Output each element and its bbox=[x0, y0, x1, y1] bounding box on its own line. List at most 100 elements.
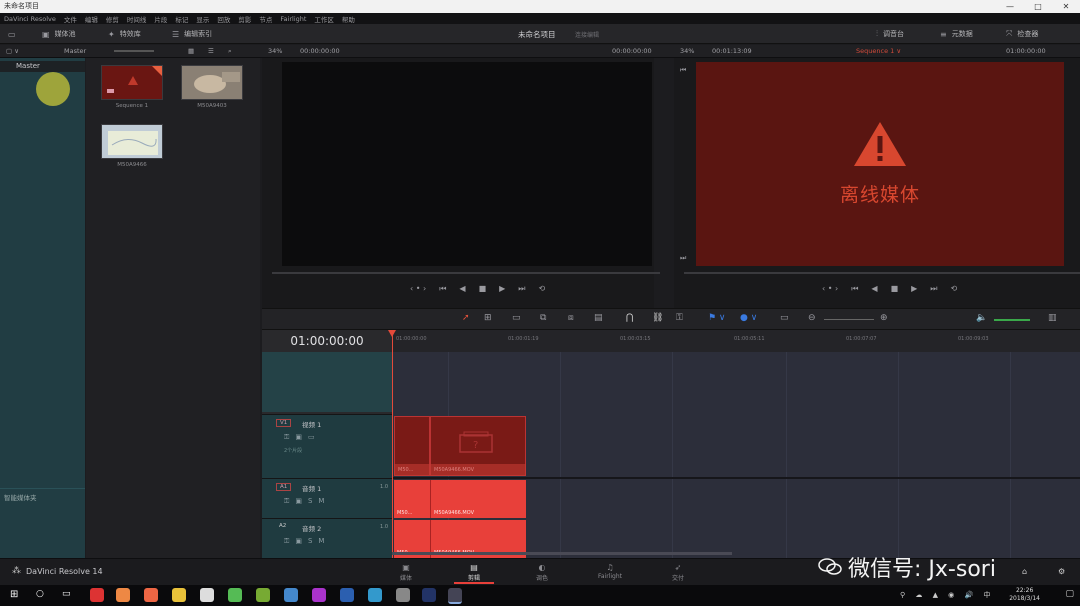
menu-item-nodes[interactable]: 节点 bbox=[259, 14, 272, 24]
auto-select-icon[interactable]: ▣ bbox=[295, 497, 302, 506]
insert-clip-icon[interactable]: ⧉ bbox=[540, 313, 546, 323]
mute-icon[interactable]: M bbox=[318, 497, 324, 506]
clip-m50a9403[interactable]: M50A9403 bbox=[181, 65, 243, 109]
menu-item-timeline[interactable]: 时间线 bbox=[127, 14, 147, 24]
go-to-end-icon[interactable]: ⏭ bbox=[930, 284, 937, 294]
app-cyan-icon[interactable] bbox=[368, 588, 382, 602]
maximize-button[interactable]: □ bbox=[1024, 0, 1052, 13]
play-reverse-icon[interactable]: ◀ bbox=[459, 284, 465, 294]
edit-index-button[interactable]: ☰ 编辑索引 bbox=[172, 28, 212, 40]
marker-icon[interactable]: ● ∨ bbox=[740, 313, 757, 323]
lock-icon[interactable]: ⚿ bbox=[284, 433, 289, 442]
menu-item-view[interactable]: 显示 bbox=[196, 14, 209, 24]
link-icon[interactable]: ⛓ bbox=[652, 313, 663, 323]
browser-icon[interactable] bbox=[116, 588, 130, 602]
bin-list-icon[interactable]: ▢ ∨ bbox=[6, 47, 19, 55]
zoom-in-icon[interactable]: ⊕ bbox=[880, 313, 888, 323]
app-lime-icon[interactable] bbox=[256, 588, 270, 602]
first-frame-icon[interactable]: ⏮ bbox=[680, 66, 686, 75]
audio-clip[interactable]: M50... bbox=[394, 480, 430, 518]
menu-item-trim[interactable]: 修剪 bbox=[106, 14, 119, 24]
flag-icon[interactable]: ⚑ ∨ bbox=[708, 313, 726, 323]
search-icon[interactable]: ⌕ bbox=[228, 47, 232, 56]
snapping-icon[interactable]: ⋂ bbox=[626, 313, 633, 323]
search-icon[interactable]: ○ bbox=[36, 589, 44, 599]
firefox-icon[interactable] bbox=[144, 588, 158, 602]
replace-clip-icon[interactable]: ▤ bbox=[594, 313, 603, 323]
jog-icon[interactable]: ‹ • › bbox=[410, 284, 426, 294]
timeline-viewer-frame[interactable]: 离线媒体 bbox=[696, 62, 1064, 266]
stop-icon[interactable]: ■ bbox=[479, 284, 487, 294]
trim-tool-icon[interactable]: ⊞ bbox=[484, 313, 492, 323]
page-color[interactable]: ◐ 调色 bbox=[522, 563, 562, 582]
playhead-handle[interactable] bbox=[388, 330, 396, 337]
effects-library-button[interactable]: ✦ 特效库 bbox=[108, 28, 141, 40]
track-header-a1[interactable]: A1 音频 1 1.0 ⚿ ▣ S M bbox=[262, 478, 392, 518]
auto-select-icon[interactable]: ▣ bbox=[295, 537, 302, 546]
timeline-tracks-area[interactable]: 01:00:00:00 01:00:01:19 01:00:03:15 01:0… bbox=[388, 330, 1080, 558]
overwrite-clip-icon[interactable]: ⧈ bbox=[568, 313, 574, 323]
lock-icon[interactable]: ⚿ bbox=[284, 537, 289, 546]
source-scrubber[interactable] bbox=[272, 272, 660, 274]
mute-icon[interactable]: M bbox=[318, 537, 324, 546]
last-frame-icon[interactable]: ⏭ bbox=[680, 254, 686, 263]
page-edit[interactable]: ▤ 剪辑 bbox=[454, 563, 494, 584]
inspector-button[interactable]: ⤧ 检查器 bbox=[1006, 28, 1038, 40]
volume-icon[interactable]: 🔈 bbox=[976, 313, 987, 323]
lock-icon[interactable]: ⚿ bbox=[284, 497, 289, 506]
page-deliver[interactable]: ➶ 交付 bbox=[658, 563, 698, 582]
menu-item-playback[interactable]: 回放 bbox=[217, 14, 230, 24]
track-toggle-icon[interactable]: ▭ bbox=[308, 433, 315, 442]
timeline-ruler[interactable]: 01:00:00:00 01:00:01:19 01:00:03:15 01:0… bbox=[392, 330, 1080, 352]
menu-item-mark[interactable]: 标记 bbox=[175, 14, 188, 24]
volume-slider[interactable] bbox=[994, 319, 1030, 321]
home-icon[interactable]: ⌂ bbox=[1022, 567, 1027, 576]
app-green-icon[interactable] bbox=[228, 588, 242, 602]
play-icon[interactable]: ▶ bbox=[499, 284, 505, 294]
menu-item-help[interactable]: 帮助 bbox=[342, 14, 355, 24]
task-view-icon[interactable]: ▭ bbox=[62, 589, 71, 599]
zoom-slider[interactable] bbox=[824, 319, 874, 320]
go-to-start-icon[interactable]: ⏮ bbox=[439, 284, 446, 294]
menu-item-clip[interactable]: 片段 bbox=[154, 14, 167, 24]
list-view-icon[interactable]: ☰ bbox=[208, 47, 214, 55]
close-button[interactable]: ✕ bbox=[1052, 0, 1080, 13]
thumbnail-size-slider[interactable] bbox=[114, 50, 154, 52]
onenote-icon[interactable] bbox=[312, 588, 326, 602]
media-pool-button[interactable]: ▣ 媒体池 bbox=[42, 28, 76, 40]
menu-item-fusion[interactable]: 剪影 bbox=[238, 14, 251, 24]
vegas-icon[interactable] bbox=[422, 588, 436, 602]
mail-icon[interactable] bbox=[200, 588, 214, 602]
meter-icon[interactable]: ▥ bbox=[1048, 313, 1057, 323]
minimize-button[interactable]: — bbox=[996, 0, 1024, 13]
playhead[interactable] bbox=[392, 330, 393, 558]
app-blue-icon[interactable] bbox=[284, 588, 298, 602]
timeline-scrollbar[interactable] bbox=[392, 552, 732, 555]
menu-item-file[interactable]: 文件 bbox=[64, 14, 77, 24]
settings-icon[interactable]: ⚙ bbox=[1058, 567, 1065, 576]
go-to-end-icon[interactable]: ⏭ bbox=[518, 284, 525, 294]
source-viewer-frame[interactable] bbox=[282, 62, 652, 266]
solo-icon[interactable]: S bbox=[308, 497, 312, 506]
track-header-a2[interactable]: A2 音频 2 1.0 ⚿ ▣ S M bbox=[262, 518, 392, 558]
jog-icon[interactable]: ‹ • › bbox=[822, 284, 838, 294]
auto-select-icon[interactable]: ▣ bbox=[295, 433, 302, 442]
go-to-start-icon[interactable]: ⏮ bbox=[851, 284, 858, 294]
lock-icon[interactable]: ⚿ bbox=[676, 313, 683, 323]
timeline-view-options-icon[interactable]: ▭ bbox=[780, 313, 789, 323]
selection-tool-icon[interactable]: ➚ bbox=[462, 313, 470, 323]
sequence-selector[interactable]: Sequence 1 ∨ bbox=[856, 47, 901, 55]
solo-icon[interactable]: S bbox=[308, 537, 312, 546]
system-clock[interactable]: 22:26 2018/3/14 bbox=[1009, 587, 1040, 603]
grid-view-icon[interactable]: ▦ bbox=[188, 47, 194, 55]
timeline-scrubber[interactable] bbox=[684, 272, 1080, 274]
menu-item-edit[interactable]: 编辑 bbox=[85, 14, 98, 24]
chrome-icon[interactable] bbox=[90, 588, 104, 602]
mixer-button[interactable]: ⫶ 调音台 bbox=[876, 28, 904, 40]
track-header-v1[interactable]: V1 视频 1 ⚿ ▣ ▭ 2个片段 bbox=[262, 414, 392, 478]
bin-item-master[interactable]: Master bbox=[0, 61, 85, 72]
panel-toggle-button[interactable]: ▭ bbox=[8, 28, 21, 40]
word-icon[interactable] bbox=[340, 588, 354, 602]
blade-tool-icon[interactable]: ▭ bbox=[512, 313, 521, 323]
windows-start-icon[interactable]: ⊞ bbox=[10, 589, 18, 600]
